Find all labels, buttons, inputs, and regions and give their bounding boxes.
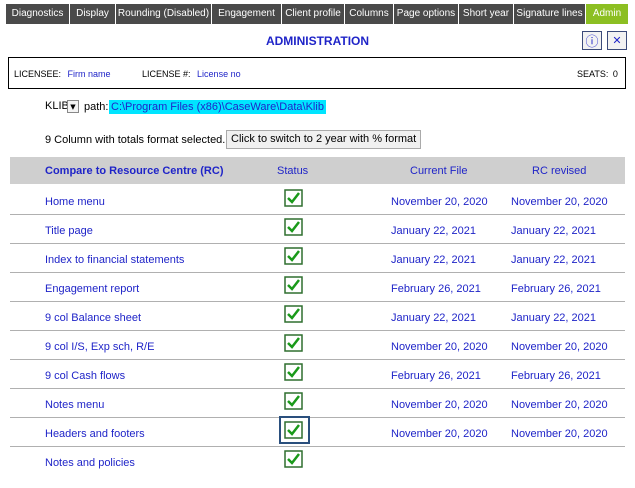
row-name[interactable]: Index to financial statements — [45, 254, 184, 266]
tab-client-profile[interactable]: Client profile — [282, 4, 345, 24]
status-checkbox-icon[interactable] — [284, 334, 303, 352]
licensee-value: Firm name — [67, 69, 111, 79]
klib-label: KLIB — [45, 100, 69, 112]
tab-rounding[interactable]: Rounding (Disabled) — [116, 4, 212, 24]
row-name[interactable]: 9 col Cash flows — [45, 370, 125, 382]
license-label: LICENSE #: — [142, 69, 191, 79]
row-current-file-date: January 22, 2021 — [391, 312, 477, 324]
row-name[interactable]: Engagement report — [45, 283, 139, 295]
tab-short-year[interactable]: Short year — [459, 4, 514, 24]
license-value: License no — [197, 69, 241, 79]
klib-dropdown[interactable]: ▼ — [67, 100, 79, 113]
row-name[interactable]: Notes and policies — [45, 457, 135, 469]
switch-format-button[interactable]: Click to switch to 2 year with % format — [226, 130, 422, 149]
row-current-file-date: February 26, 2021 — [391, 370, 481, 382]
info-icon: ⓘ — [585, 35, 599, 50]
status-checkbox-icon[interactable] — [284, 363, 303, 381]
close-button[interactable]: ✕ — [607, 31, 627, 50]
path-label: path: — [84, 101, 109, 113]
status-checkbox-icon[interactable] — [284, 450, 303, 468]
klib-path-value[interactable]: C:\Program Files (x86)\CaseWare\Data\Kli… — [109, 100, 326, 114]
chevron-down-icon: ▼ — [70, 103, 76, 111]
focus-outline — [279, 416, 310, 444]
row-current-file-date: November 20, 2020 — [391, 196, 488, 208]
format-status-text: 9 Column with totals format selected. — [45, 134, 226, 146]
page-title: ADMINISTRATION — [265, 34, 370, 48]
tab-page-options[interactable]: Page options — [394, 4, 459, 24]
status-checkbox-icon[interactable] — [284, 218, 303, 236]
row-name[interactable]: 9 col Balance sheet — [45, 312, 141, 324]
tab-signature-lines[interactable]: Signature lines — [514, 4, 586, 24]
row-rc-revised-date: November 20, 2020 — [511, 196, 608, 208]
licensee-label: LICENSEE: — [14, 69, 62, 79]
row-rc-revised-date: November 20, 2020 — [511, 399, 608, 411]
row-current-file-date: November 20, 2020 — [391, 428, 488, 440]
license-number: LICENSE #: License no — [142, 69, 241, 79]
header-rc-revised: RC revised — [532, 165, 587, 177]
header-status: Status — [277, 165, 309, 177]
row-rc-revised-date: January 22, 2021 — [511, 312, 597, 324]
close-icon: ✕ — [612, 34, 622, 47]
status-checkbox-icon[interactable] — [284, 247, 303, 265]
row-current-file-date: November 20, 2020 — [391, 341, 488, 353]
tab-engagement[interactable]: Engagement — [212, 4, 282, 24]
status-checkbox-icon[interactable] — [284, 189, 303, 207]
row-rc-revised-date: November 20, 2020 — [511, 341, 608, 353]
row-name[interactable]: Notes menu — [45, 399, 104, 411]
row-current-file-date: November 20, 2020 — [391, 399, 488, 411]
row-current-file-date: January 22, 2021 — [391, 225, 477, 237]
row-name[interactable]: Headers and footers — [45, 428, 145, 440]
row-rc-revised-date: January 22, 2021 — [511, 254, 597, 266]
row-rc-revised-date: January 22, 2021 — [511, 225, 597, 237]
status-checkbox-icon[interactable] — [284, 276, 303, 294]
tab-diagnostics[interactable]: Diagnostics — [6, 4, 70, 24]
row-current-file-date: January 22, 2021 — [391, 254, 477, 266]
row-rc-revised-date: November 20, 2020 — [511, 428, 608, 440]
tab-bar: Diagnostics Display Rounding (Disabled) … — [0, 0, 635, 28]
seats-label: SEATS: — [577, 69, 609, 79]
info-button[interactable]: ⓘ — [582, 31, 602, 50]
row-current-file-date: February 26, 2021 — [391, 283, 481, 295]
seats-value: 0 — [612, 69, 618, 79]
tab-display[interactable]: Display — [70, 4, 116, 24]
status-checkbox-icon[interactable] — [284, 392, 303, 410]
row-name[interactable]: 9 col I/S, Exp sch, R/E — [45, 341, 154, 353]
row-name[interactable]: Home menu — [45, 196, 105, 208]
seats: SEATS: 0 — [577, 69, 618, 79]
row-rc-revised-date: February 26, 2021 — [511, 370, 601, 382]
tab-columns[interactable]: Columns — [345, 4, 394, 24]
row-name[interactable]: Title page — [45, 225, 93, 237]
licensee: LICENSEE: Firm name — [14, 69, 111, 79]
header-compare: Compare to Resource Centre (RC) — [45, 165, 224, 177]
tab-admin[interactable]: Admin — [586, 4, 629, 24]
row-rc-revised-date: February 26, 2021 — [511, 283, 601, 295]
header-current-file: Current File — [410, 165, 468, 177]
status-checkbox-icon[interactable] — [284, 305, 303, 323]
